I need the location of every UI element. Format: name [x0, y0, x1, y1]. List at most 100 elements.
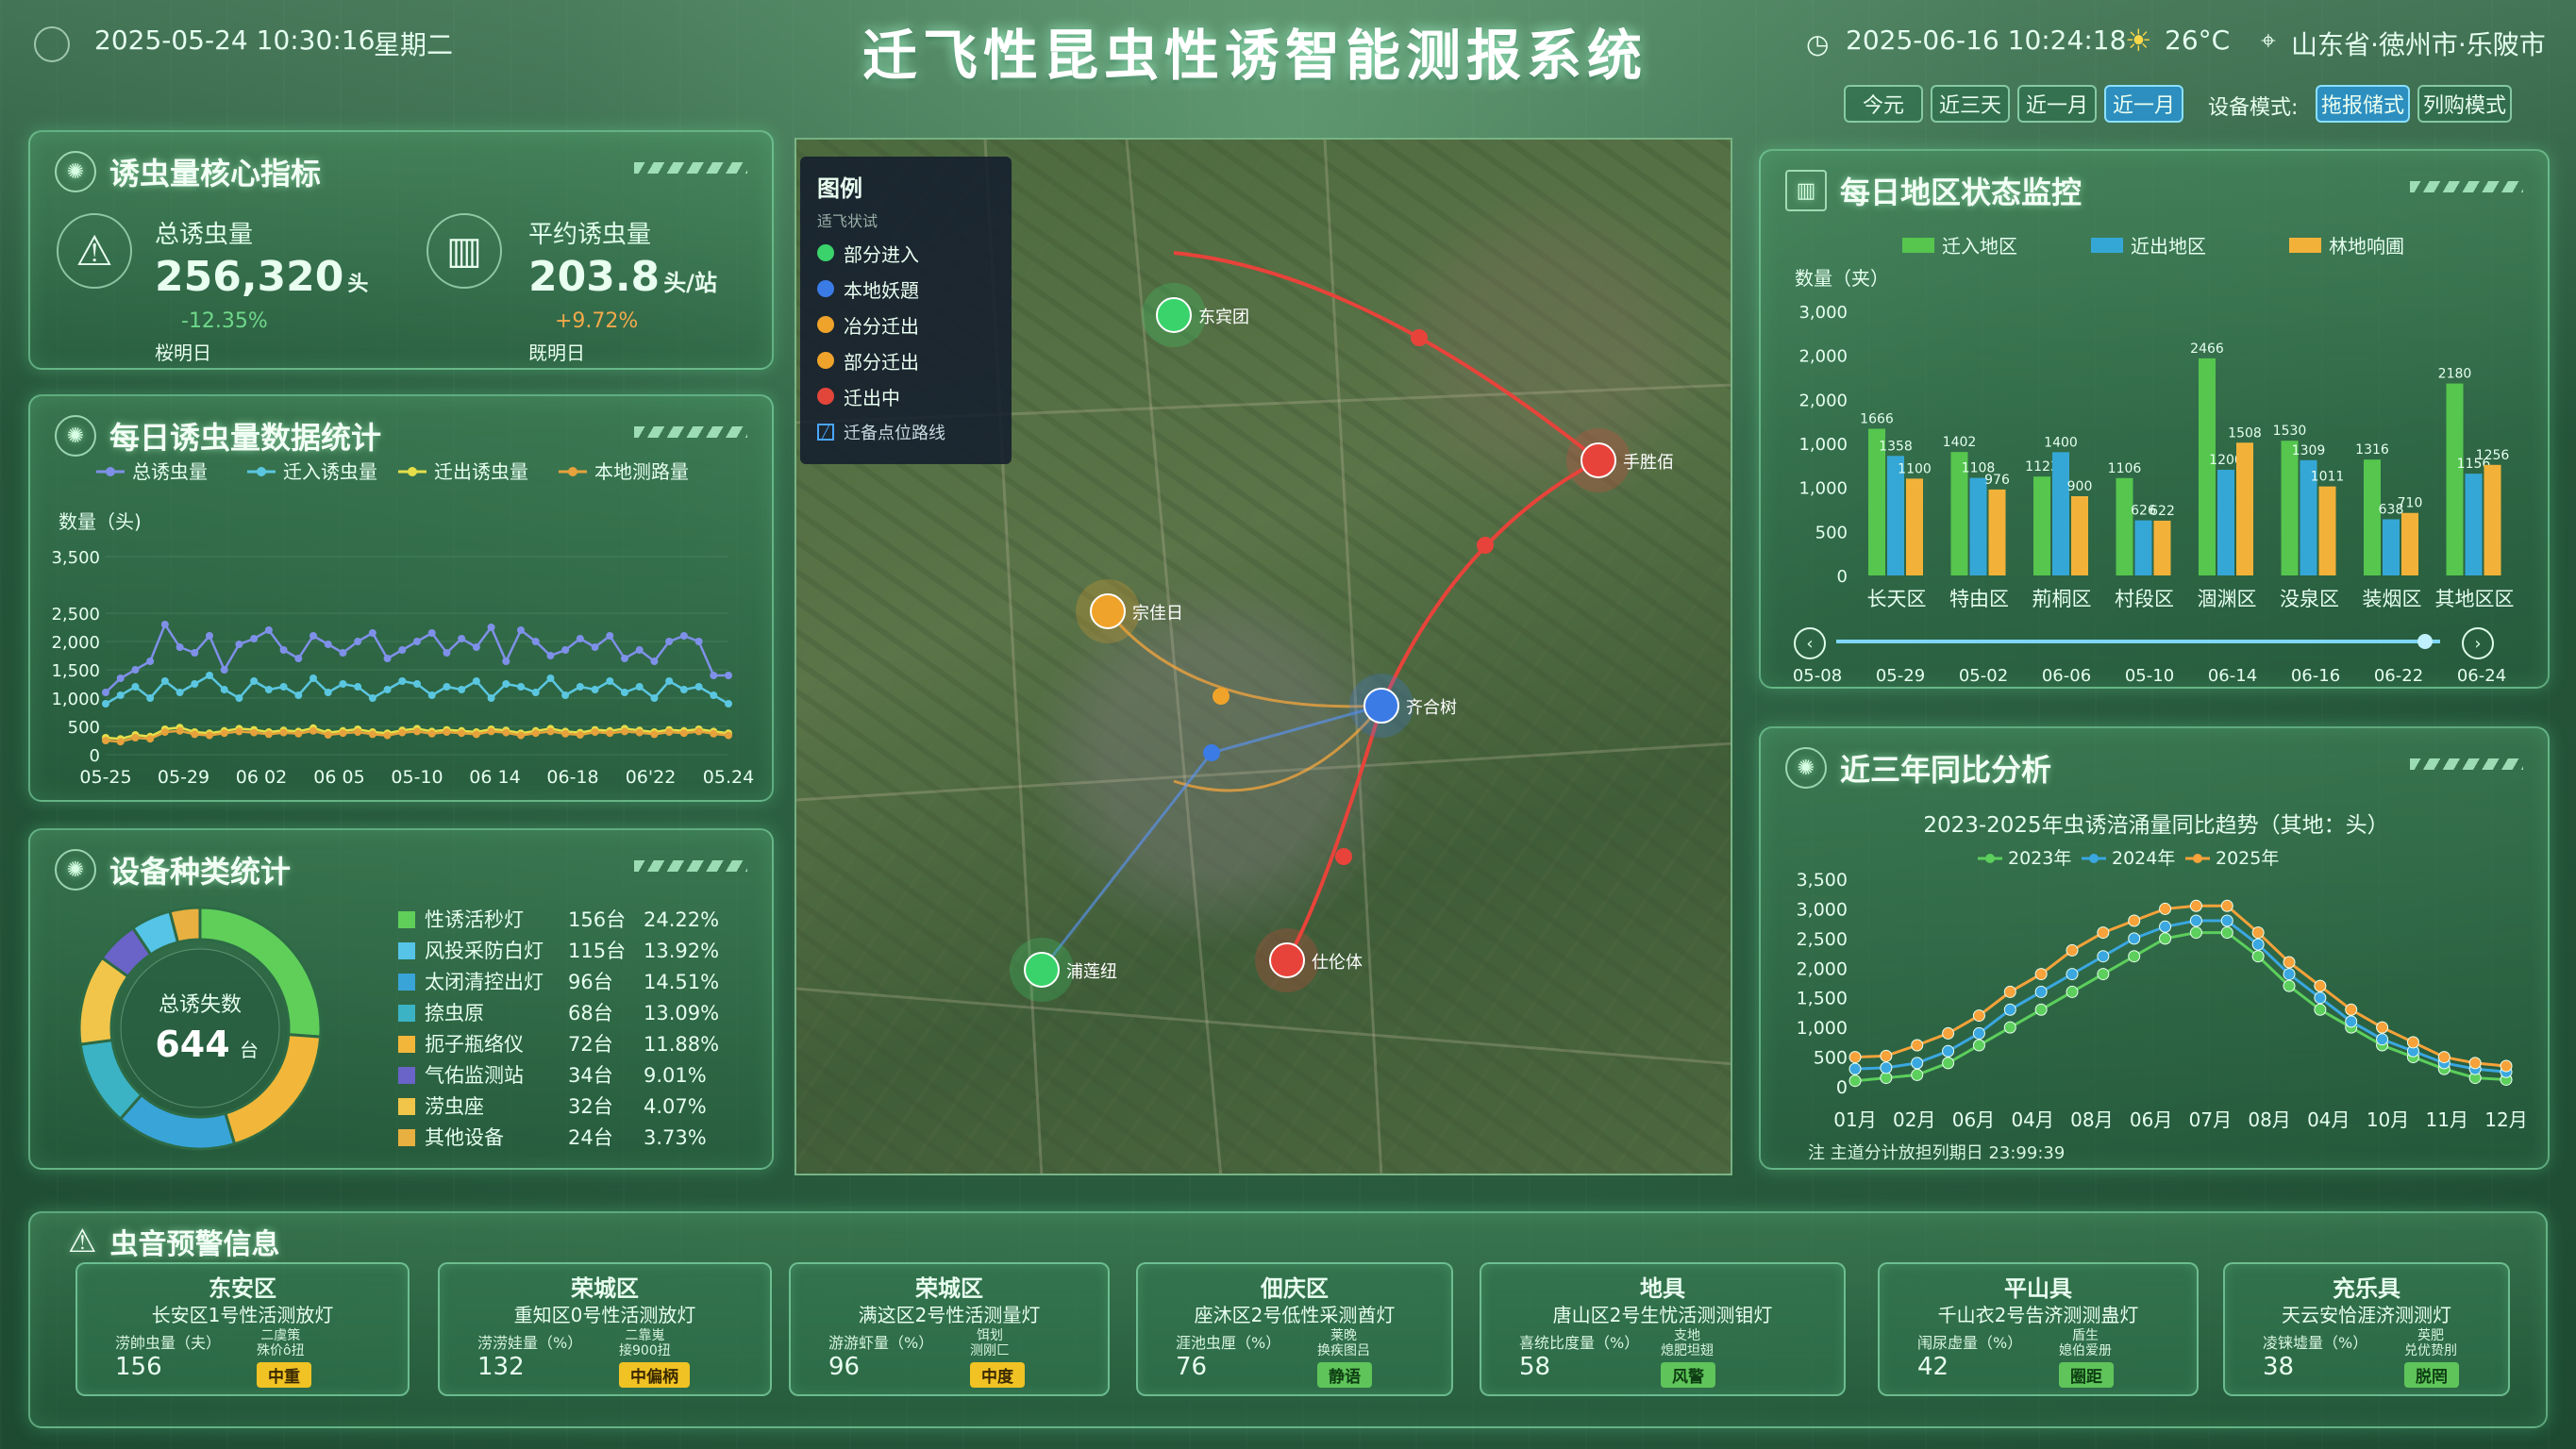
alert-card[interactable]: 地具 唐山区2号生忧活测测钼灯 喜统比度量（%） 58 支地 熄肥坦翅 风警 — [1480, 1262, 1846, 1396]
alert-card[interactable]: 荣城区 满这区2号性活测量灯 游游虾量（%） 96 饵划 测刚匚 中度 — [789, 1262, 1110, 1396]
data-point — [102, 737, 109, 744]
data-point — [2066, 968, 2079, 981]
data-point — [176, 643, 184, 651]
data-label: 900 — [2067, 479, 2093, 494]
map-panel[interactable]: 东宾团 手胜佰 宗佳日 齐合树 浦莲纽 仕伦体 图例 适飞状试 部分进入 本地妖題 冶分迁出部… — [795, 138, 1732, 1175]
alert-level-badge: 中偏柄 — [619, 1362, 690, 1388]
alert-card[interactable]: 佃庆区 座沐区2号低性采测酋灯 涯池虫厘（%） 76 莱晚 换疾图吕 静语 — [1136, 1262, 1453, 1396]
data-point — [694, 638, 703, 645]
data-point — [102, 689, 109, 696]
data-point — [1972, 1039, 1985, 1052]
data-point — [576, 635, 584, 642]
bar — [2446, 383, 2464, 575]
y-tick: 2,000 — [1798, 391, 1848, 410]
legend-count: 32台 — [568, 1095, 613, 1118]
x-tick: 06 02 — [236, 767, 287, 788]
data-point — [517, 626, 525, 634]
x-tick: 05-10 — [391, 767, 443, 788]
legend-label: 风投采防白灯 — [425, 940, 544, 962]
daily-chart-panel: ✺ 每日诱虫量数据统计 总诱虫量 迁入诱虫量 迁出诱虫量 本地测路量 数量（头) 0 500 1… — [28, 394, 774, 802]
alert-value: 76 — [1176, 1353, 1208, 1381]
data-point — [2283, 968, 2296, 981]
device-panel: ✺ 设备种类统计 总诱失数 644 台性诱活秒灯 156台 24.22% 风投采防白灯 115… — [28, 828, 774, 1170]
place-label: 浦莲纽 — [1066, 962, 1117, 982]
map-legend: 图例 适飞状试 部分进入 本地妖題 冶分迁出 部分迁出 迁出中 ╱ 迁备点位路线 — [800, 157, 1012, 464]
data-point — [206, 672, 213, 679]
bar — [2318, 486, 2336, 575]
alert-metric: 涝帥虫量（夫） — [115, 1334, 222, 1352]
legend-swatch — [398, 1129, 415, 1146]
bar — [2281, 441, 2299, 575]
data-point — [2376, 1021, 2389, 1034]
mode-report-button[interactable]: 拖报储式 — [2316, 85, 2410, 123]
alert-level-badge: 圈距 — [2059, 1362, 2114, 1388]
data-point — [621, 727, 628, 736]
alert-device: 满这区2号性活测量灯 — [858, 1304, 1041, 1326]
data-point — [679, 632, 688, 640]
alert-region: 荣城区 — [915, 1275, 983, 1302]
x-tick: 08月 — [2248, 1108, 2290, 1131]
data-point — [458, 729, 466, 738]
data-label: 1256 — [2476, 448, 2510, 463]
alert-metric: 涯池虫厘（%） — [1176, 1334, 1281, 1352]
data-point — [191, 680, 199, 688]
data-point — [324, 731, 332, 739]
alert-card[interactable]: 平山具 千山衣2号告济测测蛊灯 闱尿虚量（%） 42 盾生 媳伯爱册 圈距 — [1878, 1262, 2199, 1396]
alert-card[interactable]: 东安区 长安区1号性活测放灯 涝帥虫量（夫） 156 二虞策 殊价ô扭 中重 — [75, 1262, 410, 1396]
data-point — [2034, 1003, 2048, 1016]
alert-device: 天云安恰涯济测测灯 — [2282, 1304, 2451, 1326]
alert-card[interactable]: 充乐具 天云安恰涯济测测灯 凌铼墟量（%） 38 英肥 兑优贽刖 脱罔 — [2223, 1262, 2510, 1396]
legend-percent: 9.01% — [644, 1064, 707, 1087]
y-tick: 2,500 — [1797, 929, 1848, 950]
data-point — [487, 694, 495, 702]
alert-note: 支地 熄肥坦翅 — [1661, 1328, 1714, 1358]
bar — [1906, 478, 1923, 575]
x-tick: 装烟区 — [2363, 588, 2422, 610]
mode-list-button[interactable]: 列购模式 — [2417, 85, 2512, 123]
data-point — [131, 683, 140, 691]
map-node — [1090, 593, 1126, 629]
data-point — [264, 686, 273, 693]
legend-marker — [408, 467, 417, 476]
place-label: 手胜佰 — [1623, 453, 1674, 473]
data-point — [531, 689, 540, 696]
data-label: 1316 — [2355, 442, 2389, 458]
data-point — [368, 629, 376, 637]
legend-label: 冶分迁出 — [844, 314, 919, 338]
core-title: 诱虫量核心指标 — [109, 156, 322, 192]
y-tick: 2,000 — [1798, 347, 1848, 367]
y-tick: 1,000 — [51, 690, 100, 709]
date-tick: 06-06 — [2042, 666, 2091, 686]
legend-percent: 4.07% — [644, 1095, 707, 1118]
data-point — [694, 727, 703, 736]
legend-count: 24台 — [568, 1126, 613, 1149]
data-point — [427, 729, 436, 738]
data-point — [398, 677, 407, 685]
next-arrow-glyph: › — [2474, 634, 2481, 654]
data-point — [102, 700, 109, 708]
y-tick: 0 — [90, 746, 100, 766]
data-point — [531, 638, 540, 645]
data-point — [710, 691, 718, 699]
alert-value: 42 — [1917, 1353, 1949, 1381]
data-point — [2003, 1003, 2016, 1016]
date-tick: 06-22 — [2374, 666, 2423, 686]
alert-card[interactable]: 荣城区 重知区0号性活测放灯 涝涝娃量（%） 132 二靠嵬 接900扭 中偏柄 — [438, 1262, 772, 1396]
filter-today-button[interactable]: 今元 — [1844, 85, 1923, 123]
data-point — [710, 672, 718, 679]
legend-swatch — [2091, 238, 2123, 253]
filter-3days-button[interactable]: 近三天 — [1931, 85, 2010, 123]
filter-month-button[interactable]: 近一月 — [2017, 85, 2097, 123]
filter-month-active-button[interactable]: 近一月 — [2104, 85, 2183, 123]
bar — [2071, 496, 2088, 575]
data-point — [309, 726, 317, 735]
data-point — [279, 728, 288, 737]
footer-note: 注 主道分计放担列期日 23:99:39 — [1808, 1143, 2065, 1163]
data-point — [413, 680, 421, 688]
alert-region: 东安区 — [209, 1275, 276, 1302]
legend-label: 迁入地区 — [1942, 235, 2017, 258]
data-point — [309, 632, 317, 640]
alert-level: 中偏柄 — [619, 1362, 690, 1388]
alert-region: 地具 — [1640, 1275, 1685, 1302]
data-point — [1911, 1068, 1924, 1081]
